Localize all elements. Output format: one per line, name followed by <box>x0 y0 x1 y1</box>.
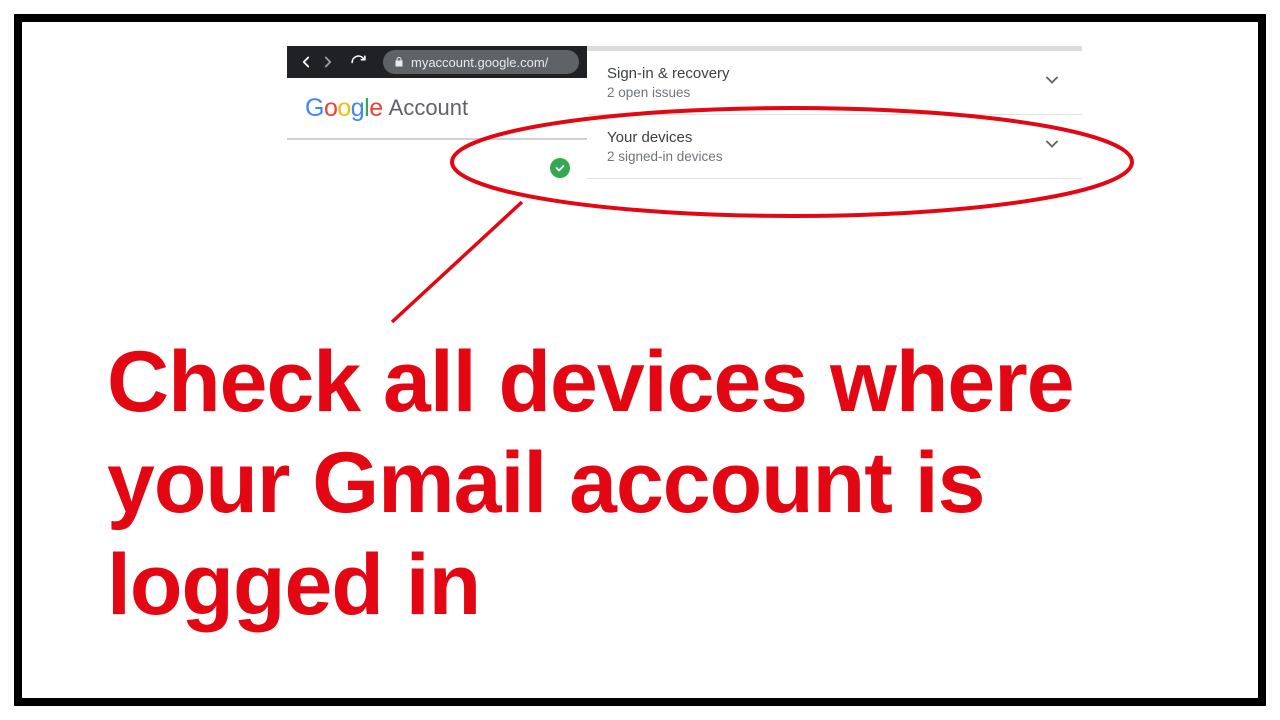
row-subtitle: 2 signed-in devices <box>607 149 723 164</box>
row-title: Sign-in & recovery <box>607 65 730 82</box>
google-account-header: Google Account <box>287 78 587 140</box>
forward-button[interactable] <box>317 51 339 73</box>
signin-recovery-row[interactable]: Sign-in & recovery 2 open issues <box>587 51 1082 115</box>
account-label: Account <box>389 95 469 121</box>
google-logo: Google <box>305 94 383 123</box>
chevron-down-icon <box>1042 70 1062 95</box>
browser-toolbar: myaccount.google.com/ <box>287 46 587 78</box>
security-items-pane: Sign-in & recovery 2 open issues Your de… <box>587 51 1082 179</box>
image-frame: myaccount.google.com/ Google Account Sig… <box>14 14 1266 706</box>
check-badge-icon <box>550 158 570 178</box>
row-title: Your devices <box>607 129 723 146</box>
reload-button[interactable] <box>347 51 369 73</box>
back-button[interactable] <box>295 51 317 73</box>
url-text: myaccount.google.com/ <box>411 55 548 70</box>
lock-icon <box>393 56 405 68</box>
annotation-caption: Check all devices where your Gmail accou… <box>107 332 1207 636</box>
address-bar[interactable]: myaccount.google.com/ <box>383 50 579 74</box>
chevron-down-icon <box>1042 134 1062 159</box>
row-subtitle: 2 open issues <box>607 85 730 100</box>
your-devices-row[interactable]: Your devices 2 signed-in devices <box>587 115 1082 179</box>
